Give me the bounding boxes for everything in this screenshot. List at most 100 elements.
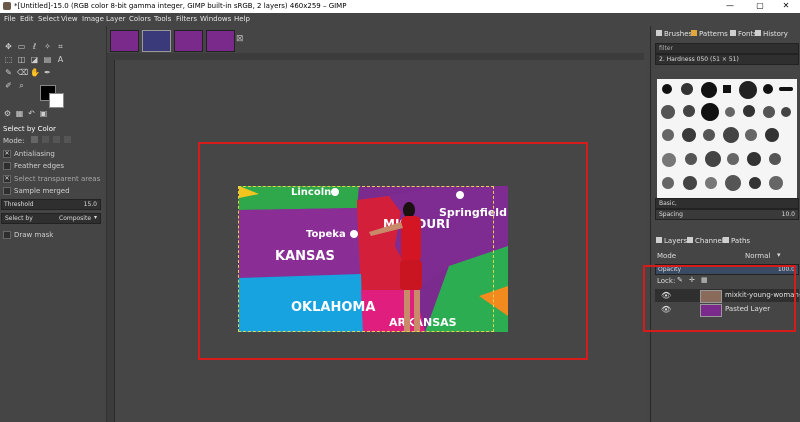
brush-swatch[interactable] (705, 151, 721, 167)
image-tab-2[interactable] (142, 30, 171, 52)
tab-history[interactable]: History (755, 30, 788, 38)
brush-swatch[interactable] (683, 105, 695, 117)
brush-swatch[interactable] (662, 153, 676, 167)
antialiasing-checkbox[interactable]: ✕ (3, 150, 11, 158)
brush-swatch[interactable] (701, 82, 717, 98)
brush-swatch[interactable] (769, 176, 783, 190)
menu-layer[interactable]: Layer (106, 15, 126, 23)
spacing-slider[interactable]: Spacing 10.0 (655, 209, 799, 220)
mode-intersect-icon[interactable] (64, 136, 72, 143)
image-tab-1[interactable] (110, 30, 139, 52)
brush-swatch[interactable] (781, 107, 791, 117)
rect-select-icon[interactable]: ▭ (17, 42, 26, 51)
layer-mode-row[interactable]: Mode Normal ▾ (655, 251, 797, 261)
brush-preset-field[interactable]: Basic, (655, 198, 799, 209)
brush-swatch[interactable] (723, 85, 731, 93)
menu-edit[interactable]: Edit (20, 15, 34, 23)
close-tabs-icon[interactable]: ⊠ (236, 34, 244, 44)
brush-swatch[interactable] (685, 153, 697, 165)
minimize-button[interactable]: — (716, 1, 744, 10)
brush-swatch[interactable] (705, 177, 717, 189)
brush-swatch[interactable] (723, 127, 739, 143)
antialiasing-option[interactable]: ✕ Antialiasing (3, 150, 55, 158)
brush-swatch[interactable] (749, 177, 761, 189)
vertical-ruler[interactable] (107, 60, 115, 422)
tab-patterns[interactable]: Patterns (691, 30, 728, 38)
select-by-dropdown[interactable]: Select by Composite ▾ (1, 213, 101, 224)
threshold-slider[interactable]: Threshold 15.0 (1, 199, 101, 210)
image-tab-3[interactable] (174, 30, 203, 52)
menu-filters[interactable]: Filters (176, 15, 197, 23)
tab-fonts[interactable]: Fonts (730, 30, 757, 38)
brush-swatch[interactable] (745, 129, 757, 141)
mode-add-icon[interactable] (41, 136, 49, 143)
brush-swatch[interactable] (725, 175, 741, 191)
zoom-icon[interactable]: ⌕ (17, 81, 26, 90)
brush-swatch[interactable] (765, 128, 779, 142)
undo-history-tab-icon[interactable]: ↶ (27, 109, 36, 118)
brush-swatch[interactable] (747, 152, 761, 166)
menu-colors[interactable]: Colors (129, 15, 151, 23)
layer-mode-value[interactable]: Normal (745, 252, 770, 260)
paintbrush-icon[interactable]: ✎ (4, 68, 13, 77)
brush-swatch[interactable] (701, 103, 719, 121)
brush-swatch[interactable] (725, 107, 735, 117)
brush-swatch[interactable] (739, 81, 757, 99)
fuzzy-select-icon[interactable]: ✧ (43, 42, 52, 51)
brush-swatch[interactable] (682, 128, 696, 142)
brush-swatch[interactable] (683, 176, 697, 190)
smudge-icon[interactable]: ✋ (30, 68, 40, 77)
tab-channels[interactable]: Channels (687, 237, 727, 245)
mode-subtract-icon[interactable] (53, 136, 61, 143)
color-picker-icon[interactable]: ✐ (4, 81, 13, 90)
tab-layers[interactable]: Layers (656, 237, 687, 245)
eraser-icon[interactable]: ⌫ (17, 68, 28, 77)
move-tool-icon[interactable]: ✥ (4, 42, 13, 51)
draw-mask-checkbox[interactable] (3, 231, 11, 239)
warp-icon[interactable]: ◫ (17, 55, 26, 64)
menu-tools[interactable]: Tools (154, 15, 171, 23)
bucket-fill-icon[interactable]: ◪ (30, 55, 39, 64)
brush-swatch[interactable] (662, 177, 674, 189)
feather-checkbox[interactable] (3, 162, 11, 170)
maximize-button[interactable]: ▢ (746, 1, 774, 10)
brush-swatch[interactable] (703, 129, 715, 141)
tab-brushes[interactable]: Brushes (656, 30, 692, 38)
brush-swatch[interactable] (662, 84, 672, 94)
brush-swatch[interactable] (662, 129, 674, 141)
sample-merged-option[interactable]: Sample merged (3, 187, 70, 195)
brush-swatch[interactable] (743, 105, 755, 117)
select-transparent-option[interactable]: ✕ Select transparent areas (3, 175, 100, 183)
background-color-swatch[interactable] (49, 93, 64, 108)
images-tab-icon[interactable]: ▣ (39, 109, 48, 118)
brush-swatch[interactable] (763, 106, 775, 118)
text-tool-icon[interactable]: A (56, 55, 65, 64)
mode-replace-icon[interactable] (30, 136, 38, 143)
lasso-icon[interactable]: ℓ (30, 42, 39, 51)
feather-option[interactable]: Feather edges (3, 162, 64, 170)
menu-image[interactable]: Image (82, 15, 104, 23)
gradient-icon[interactable]: ▤ (43, 55, 52, 64)
select-transparent-checkbox[interactable]: ✕ (3, 175, 11, 183)
image-tab-4[interactable] (206, 30, 235, 52)
paths-icon[interactable]: ✒ (43, 68, 52, 77)
transform-icon[interactable]: ⬚ (4, 55, 13, 64)
menu-view[interactable]: View (61, 15, 78, 23)
tool-options-tab-icon[interactable]: ⚙ (3, 109, 12, 118)
menu-file[interactable]: File (4, 15, 16, 23)
device-status-tab-icon[interactable]: ▦ (15, 109, 24, 118)
menu-help[interactable]: Help (234, 15, 250, 23)
brush-swatch[interactable] (681, 83, 693, 95)
brush-swatch[interactable] (763, 84, 773, 94)
menu-windows[interactable]: Windows (200, 15, 231, 23)
crop-icon[interactable]: ⌗ (56, 42, 65, 51)
brush-swatch[interactable] (727, 153, 739, 165)
close-window-button[interactable]: ✕ (772, 1, 800, 10)
draw-mask-option[interactable]: Draw mask (3, 231, 53, 239)
brush-swatch[interactable] (779, 87, 793, 91)
tab-paths[interactable]: Paths (723, 237, 750, 245)
menu-select[interactable]: Select (38, 15, 60, 23)
brush-swatch[interactable] (769, 153, 781, 165)
brush-filter-input[interactable]: filter (655, 43, 799, 54)
brush-swatch[interactable] (661, 105, 675, 119)
